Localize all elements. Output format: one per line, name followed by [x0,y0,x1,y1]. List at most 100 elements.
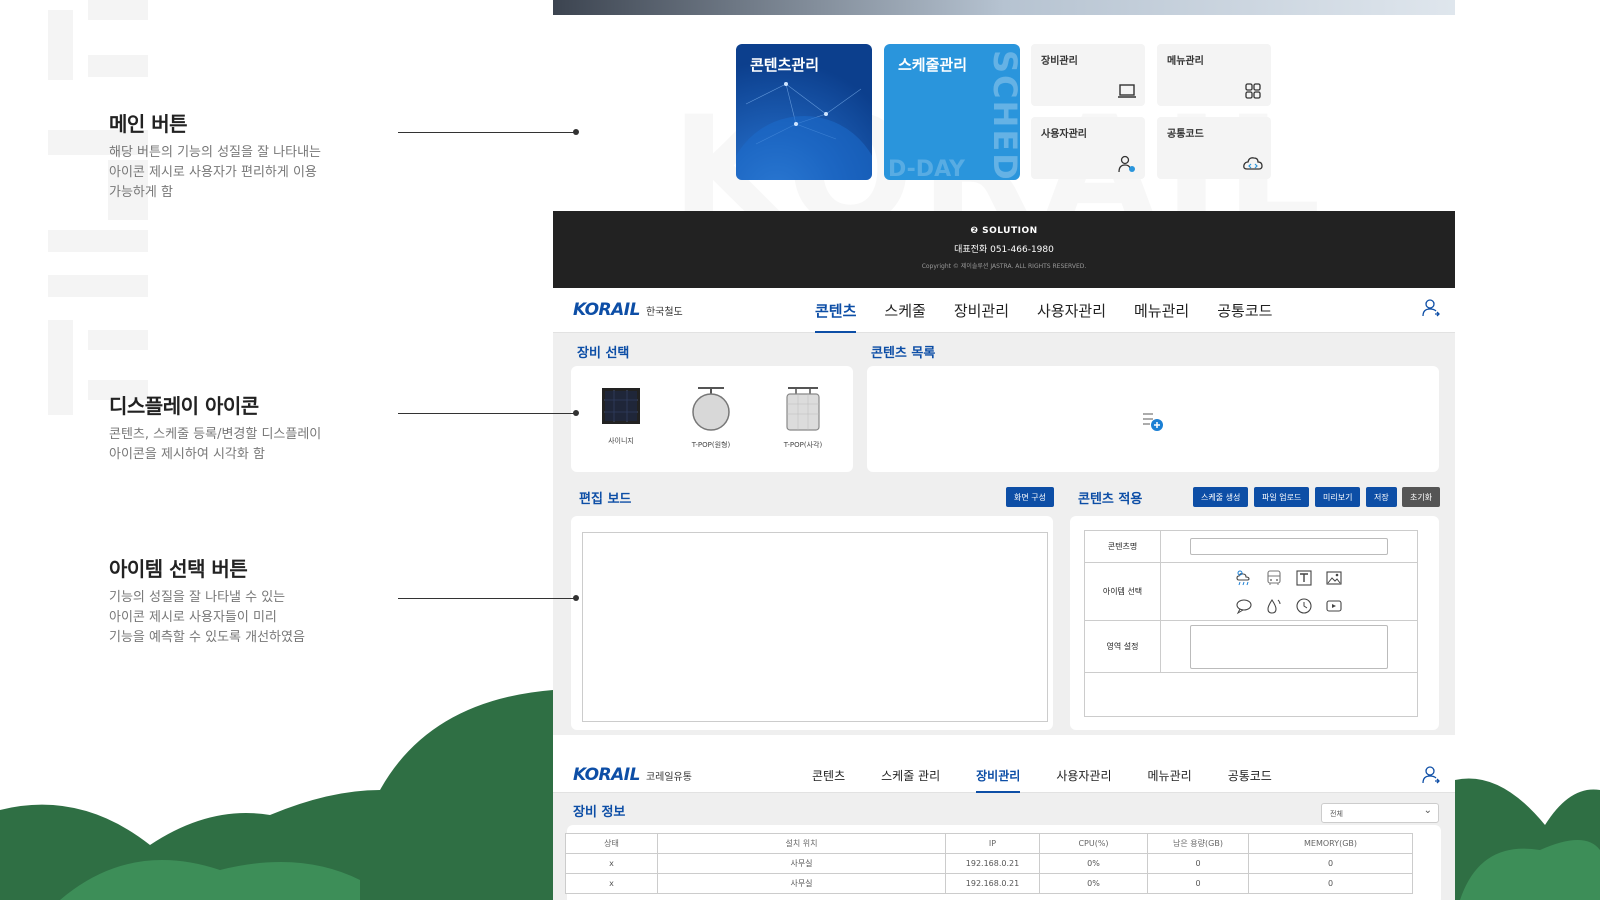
menu-item-user[interactable]: 사용자관리 [1056,757,1111,793]
cell-memory: 0 [1248,853,1413,874]
annotation-title: 아이템 선택 버튼 [109,557,248,581]
save-button[interactable]: 저장 [1366,487,1397,507]
brand-sub: 한국철도 [645,307,683,318]
cell-location: 사무실 [657,853,946,874]
leader-line [398,410,579,416]
col-status: 상태 [565,833,658,854]
leader-line [398,129,579,135]
table-row[interactable]: x 사무실 192.168.0.21 0% 0 0 [565,853,1413,874]
top-navbar: KORAIL 코레일유통 콘텐츠 스케줄 관리 장비관리 사용자관리 메뉴관리 … [553,757,1455,793]
menu-item-content[interactable]: 콘텐츠 [812,757,845,793]
content-apply-title: 콘텐츠 적용 [1078,492,1143,507]
tpop-square-icon [786,387,820,431]
create-schedule-button[interactable]: 스케줄 생성 [1193,487,1249,507]
desc-line: 아이콘을 제시하여 시각화 함 [109,447,265,462]
cell-cpu: 0% [1039,873,1148,894]
menu-item-device[interactable]: 장비관리 [954,288,1009,333]
menu-item-schedule[interactable]: 스케줄 관리 [881,757,940,793]
device-tpop-square[interactable]: T-POP(사각) [773,386,833,450]
edit-canvas[interactable] [582,532,1048,722]
annotation-title: 메인 버튼 [109,112,188,136]
annotation-main-button: 메인 버튼 해당 버튼의 기능의 성질을 잘 나타내는 아이콘 제시로 사용자가… [109,108,369,203]
common-code-tile[interactable]: 공통코드 [1157,117,1271,179]
main-menu: 콘텐츠 스케줄 관리 장비관리 사용자관리 메뉴관리 공통코드 [812,757,1308,793]
mockup-column: KORAIL 콘텐츠관리 스케줄관리 SCHED D-DAY 장비관리 메뉴관리 [553,0,1455,900]
desc-line: 해당 버튼의 기능의 성질을 잘 나타내는 [109,145,322,160]
tile-decoration-text: D-DAY [888,157,965,180]
menu-management-tile[interactable]: 메뉴관리 [1157,44,1271,106]
file-upload-button[interactable]: 파일 업로드 [1254,487,1310,507]
cell-location: 사무실 [657,873,946,894]
area-setting-box[interactable] [1190,624,1388,669]
content-list-title: 콘텐츠 목록 [871,346,936,361]
text-icon[interactable] [1289,569,1319,587]
schedule-management-tile[interactable]: 스케줄관리 SCHED D-DAY [884,44,1020,180]
user-management-tile[interactable]: 사용자관리 [1031,117,1145,179]
menu-item-menu[interactable]: 메뉴관리 [1134,288,1189,333]
menu-item-device[interactable]: 장비관리 [976,757,1021,793]
video-icon[interactable] [1319,597,1349,615]
menu-item-user[interactable]: 사용자관리 [1037,288,1106,333]
add-document-icon[interactable] [1141,410,1165,432]
col-cpu: CPU(%) [1039,833,1148,854]
menu-item-content[interactable]: 콘텐츠 [815,288,857,333]
clock-icon[interactable] [1289,597,1319,615]
tile-label: 장비관리 [1041,56,1078,67]
col-storage: 남은 용량(GB) [1147,833,1249,854]
cell-ip: 192.168.0.21 [945,853,1040,874]
weather-icon[interactable] [1229,569,1259,587]
brand-logo[interactable]: KORAIL 코레일유통 [573,765,692,785]
tile-label: 사용자관리 [1041,129,1087,140]
device-select-title: 장비 선택 [577,346,630,361]
desc-line: 아이콘 제시로 사용자가 편리하게 이용 [109,165,317,180]
menu-item-menu[interactable]: 메뉴관리 [1148,757,1192,793]
brand-name: KORAIL [573,300,640,320]
tile-label: 콘텐츠관리 [750,56,820,74]
col-location: 설치 위치 [657,833,946,854]
table-header-row: 상태 설치 위치 IP CPU(%) 남은 용량(GB) MEMORY(GB) [565,833,1413,854]
top-navbar: KORAIL 한국철도 콘텐츠 스케줄 장비관리 사용자관리 메뉴관리 공통코드 [553,288,1455,333]
desc-line: 콘텐츠, 스케줄 등록/변경할 디스플레이 [109,427,322,442]
menu-item-code[interactable]: 공통코드 [1228,757,1272,793]
device-tpop-round[interactable]: T-POP(원형) [681,386,741,450]
drop-icon[interactable] [1259,597,1289,615]
reset-button[interactable]: 초기화 [1402,487,1441,507]
tile-label: 공통코드 [1167,129,1204,140]
monitor-icon [1118,84,1136,98]
cell-storage: 0 [1147,853,1249,874]
content-management-tile[interactable]: 콘텐츠관리 [736,44,872,180]
content-name-label: 콘텐츠명 [1084,530,1161,563]
menu-item-schedule[interactable]: 스케줄 [884,288,925,333]
user-account-icon[interactable] [1421,298,1441,318]
tile-decoration-text: SCHED [986,50,1020,180]
content-apply-form: 콘텐츠명 아이템 선택 영역 설정 [1084,530,1418,717]
area-setting-label: 영역 설정 [1084,620,1161,673]
tile-label: 메뉴관리 [1167,56,1204,67]
screen-compose-button[interactable]: 화면 구성 [1006,487,1054,507]
image-icon[interactable] [1319,569,1349,587]
device-table: 상태 설치 위치 IP CPU(%) 남은 용량(GB) MEMORY(GB) … [565,833,1413,894]
desc-line: 기능의 성질을 잘 나타낼 수 있는 [109,590,286,605]
device-signage[interactable]: 사이니지 [591,386,651,446]
empty-row [1084,672,1418,717]
preview-button[interactable]: 미리보기 [1315,487,1361,507]
footer-tel: 대표전화 051-466-1980 [954,245,1054,255]
brand-logo[interactable]: KORAIL 한국철도 [573,300,683,320]
main-tiles-area: KORAIL 콘텐츠관리 스케줄관리 SCHED D-DAY 장비관리 메뉴관리 [553,15,1455,259]
cell-status: x [565,873,658,894]
device-info-section: 장비 정보 전체 상태 설치 위치 IP CPU(%) 남은 용량(GB) ME… [553,793,1455,900]
content-name-input[interactable] [1190,538,1388,555]
device-management-tile[interactable]: 장비관리 [1031,44,1145,106]
chat-icon[interactable] [1229,597,1259,615]
watermark-decoration [48,0,148,415]
filter-select[interactable]: 전체 [1321,803,1439,823]
cell-ip: 192.168.0.21 [945,873,1040,894]
bus-icon[interactable] [1259,569,1289,587]
cell-status: x [565,853,658,874]
user-account-icon[interactable] [1421,765,1441,785]
menu-item-code[interactable]: 공통코드 [1217,288,1272,333]
footer-copyright: Copyright © 제이솔루션 JASTRA. ALL RIGHTS RES… [921,263,1087,270]
device-management-screen: KORAIL 코레일유통 콘텐츠 스케줄 관리 장비관리 사용자관리 메뉴관리 … [553,757,1455,900]
table-row[interactable]: x 사무실 192.168.0.21 0% 0 0 [565,873,1413,894]
brand-sub: 코레일유통 [645,772,692,783]
